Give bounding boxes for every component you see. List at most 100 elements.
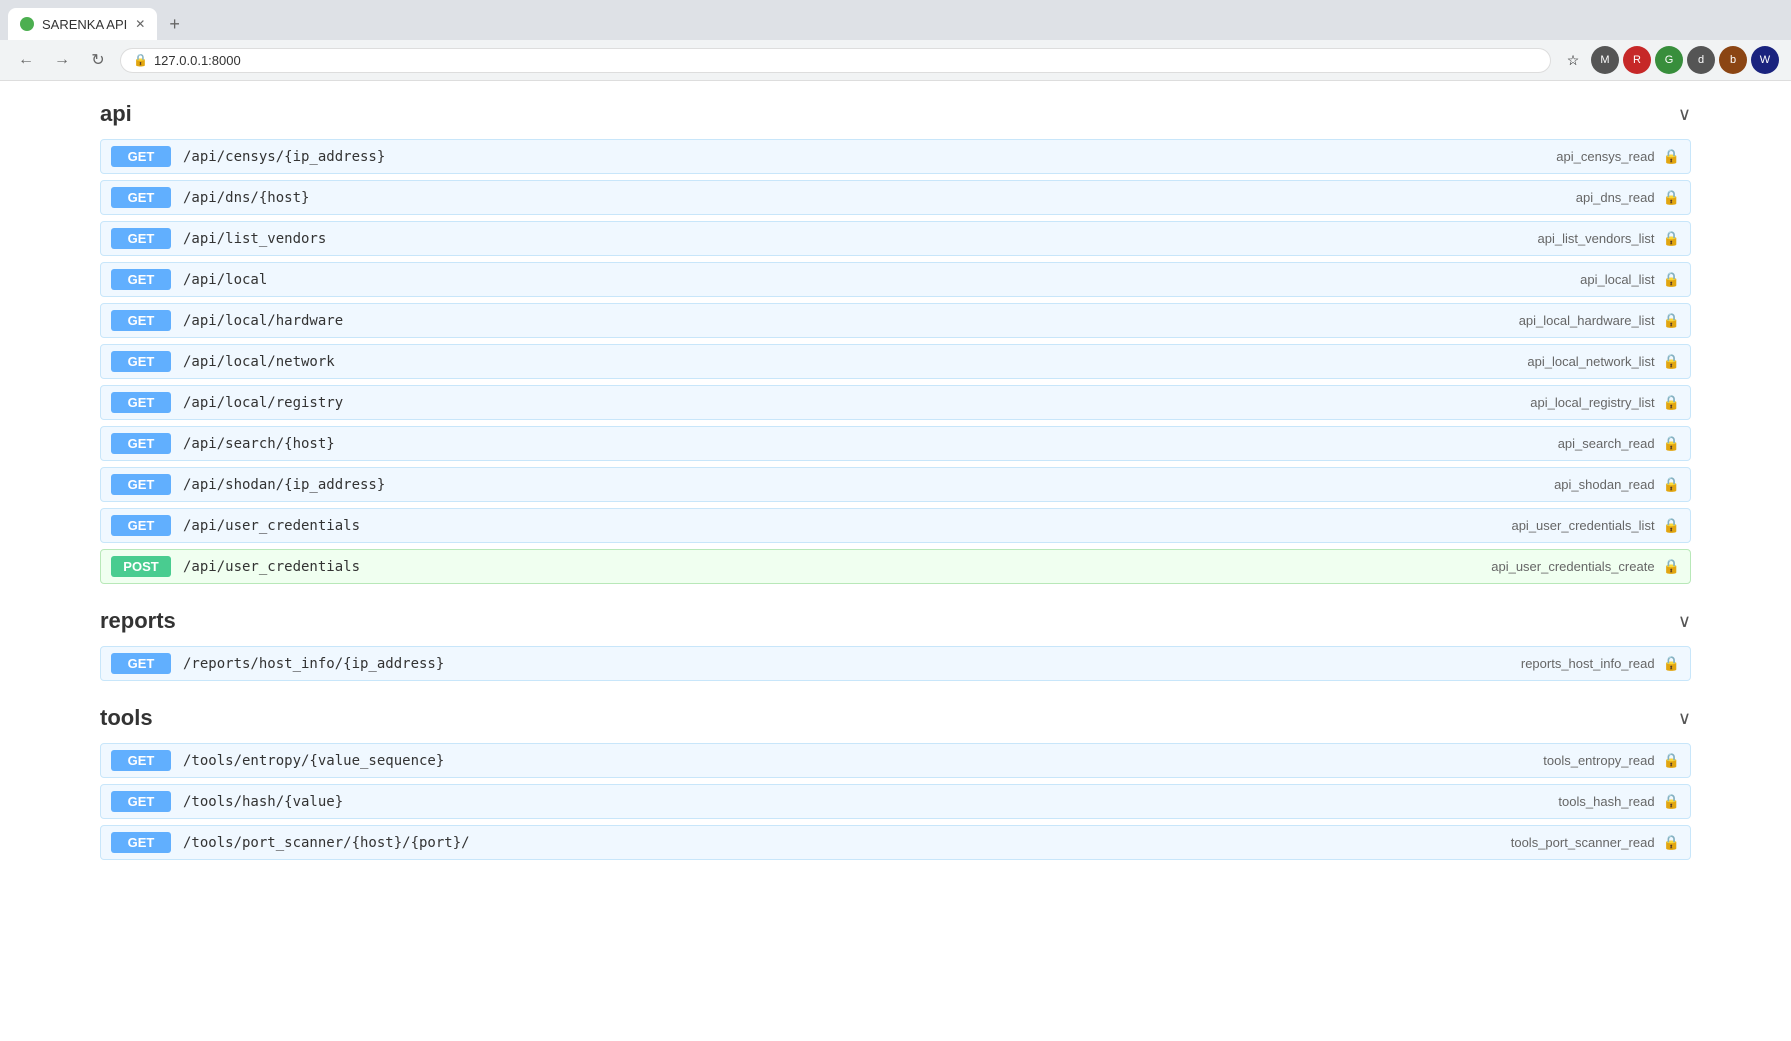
- endpoint-operation-name: api_local_network_list: [1527, 354, 1654, 369]
- endpoint-path: /api/local/hardware: [183, 313, 1519, 329]
- endpoint-operation-name: api_censys_read: [1556, 149, 1654, 164]
- url-text: 127.0.0.1:8000: [154, 53, 241, 68]
- ext-icon-3[interactable]: G: [1655, 46, 1683, 74]
- ext-icon-4[interactable]: d: [1687, 46, 1715, 74]
- endpoint-path: /api/dns/{host}: [183, 190, 1576, 206]
- method-badge: POST: [111, 556, 171, 577]
- method-badge: GET: [111, 310, 171, 331]
- section-collapse-reports[interactable]: ∨: [1678, 611, 1691, 632]
- method-badge: GET: [111, 351, 171, 372]
- tab-favicon: [20, 17, 34, 31]
- section-api: api∨ GET/api/censys/{ip_address}api_censy…: [100, 101, 1691, 584]
- section-header-reports: reports ∨: [100, 608, 1691, 634]
- method-badge: GET: [111, 187, 171, 208]
- section-header-api: api∨: [100, 101, 1691, 127]
- new-tab-button[interactable]: +: [161, 14, 188, 35]
- active-tab[interactable]: SARENKA API ✕: [8, 8, 157, 40]
- endpoint-row[interactable]: GET/tools/hash/{value}tools_hash_read🔒: [100, 784, 1691, 819]
- address-bar: ← → ↻ 🔒 127.0.0.1:8000 ☆ M R G d b W: [0, 40, 1791, 80]
- method-badge: GET: [111, 750, 171, 771]
- endpoint-path: /api/list_vendors: [183, 231, 1537, 247]
- endpoint-row[interactable]: GET/api/dns/{host}api_dns_read 🔒: [100, 180, 1691, 215]
- endpoint-operation-name: reports_host_info_read: [1521, 656, 1655, 671]
- endpoint-row[interactable]: GET/api/local/networkapi_local_network_l…: [100, 344, 1691, 379]
- endpoint-lock-icon: 🔒: [1663, 353, 1680, 370]
- endpoint-path: /tools/entropy/{value_sequence}: [183, 753, 1543, 769]
- endpoint-row[interactable]: GET/reports/host_info/{ip_address}report…: [100, 646, 1691, 681]
- endpoint-lock-icon: 🔒: [1663, 148, 1680, 165]
- section-collapse-api[interactable]: ∨: [1678, 104, 1691, 125]
- endpoint-operation-name: api_shodan_read: [1554, 477, 1654, 492]
- endpoint-path: /api/user_credentials: [183, 559, 1491, 575]
- endpoint-operation-name: api_local_list: [1580, 272, 1654, 287]
- endpoint-lock-icon: 🔒: [1663, 312, 1680, 329]
- ext-icon-2[interactable]: R: [1623, 46, 1651, 74]
- endpoint-operation-name: api_dns_read: [1576, 190, 1655, 205]
- endpoint-row[interactable]: GET/tools/port_scanner/{host}/{port}/too…: [100, 825, 1691, 860]
- method-badge: GET: [111, 832, 171, 853]
- endpoint-lock-icon: 🔒: [1663, 752, 1680, 769]
- bookmark-icon[interactable]: ☆: [1559, 46, 1587, 74]
- back-button[interactable]: ←: [12, 46, 40, 74]
- endpoint-row[interactable]: GET/api/local/hardwareapi_local_hardware…: [100, 303, 1691, 338]
- endpoint-lock-icon: 🔒: [1663, 834, 1680, 851]
- endpoint-row[interactable]: GET/api/shodan/{ip_address}api_shodan_re…: [100, 467, 1691, 502]
- endpoint-operation-name: api_local_hardware_list: [1519, 313, 1655, 328]
- endpoint-row[interactable]: GET/api/search/{host}api_search_read🔒: [100, 426, 1691, 461]
- endpoint-row[interactable]: GET/api/censys/{ip_address}api_censys_re…: [100, 139, 1691, 174]
- method-badge: GET: [111, 269, 171, 290]
- endpoint-row[interactable]: GET/api/local/registryapi_local_registry…: [100, 385, 1691, 420]
- endpoint-lock-icon: 🔒: [1663, 271, 1680, 288]
- endpoint-lock-icon: 🔒: [1663, 230, 1680, 247]
- endpoint-path: /api/user_credentials: [183, 518, 1511, 534]
- main-content: api∨ GET/api/censys/{ip_address}api_censy…: [0, 81, 1791, 904]
- endpoint-operation-name: tools_hash_read: [1558, 794, 1654, 809]
- endpoint-path: /api/local/registry: [183, 395, 1530, 411]
- method-badge: GET: [111, 228, 171, 249]
- forward-button[interactable]: →: [48, 46, 76, 74]
- endpoint-lock-icon: 🔒: [1663, 189, 1680, 206]
- endpoint-path: /api/search/{host}: [183, 436, 1558, 452]
- endpoint-operation-name: api_local_registry_list: [1530, 395, 1654, 410]
- ext-icon-1[interactable]: M: [1591, 46, 1619, 74]
- endpoint-operation-name: tools_port_scanner_read: [1511, 835, 1655, 850]
- endpoint-lock-icon: 🔒: [1663, 476, 1680, 493]
- endpoint-path: /api/censys/{ip_address}: [183, 149, 1556, 165]
- section-title-tools: tools: [100, 705, 153, 731]
- endpoint-lock-icon: 🔒: [1663, 394, 1680, 411]
- method-badge: GET: [111, 146, 171, 167]
- tab-bar: SARENKA API ✕ +: [0, 0, 1791, 40]
- endpoint-path: /api/shodan/{ip_address}: [183, 477, 1554, 493]
- tab-close-button[interactable]: ✕: [135, 17, 145, 31]
- method-badge: GET: [111, 474, 171, 495]
- endpoint-operation-name: api_user_credentials_list: [1511, 518, 1654, 533]
- endpoint-row[interactable]: POST/api/user_credentialsapi_user_creden…: [100, 549, 1691, 584]
- address-input[interactable]: 🔒 127.0.0.1:8000: [120, 48, 1551, 73]
- endpoint-path: /api/local: [183, 272, 1580, 288]
- endpoint-operation-name: api_search_read: [1558, 436, 1655, 451]
- endpoint-operation-name: api_list_vendors_list: [1537, 231, 1654, 246]
- endpoint-path: /tools/port_scanner/{host}/{port}/: [183, 835, 1511, 851]
- browser-chrome: SARENKA API ✕ + ← → ↻ 🔒 127.0.0.1:8000 ☆…: [0, 0, 1791, 81]
- section-header-tools: tools ∨: [100, 705, 1691, 731]
- endpoint-lock-icon: 🔒: [1663, 435, 1680, 452]
- section-collapse-tools[interactable]: ∨: [1678, 708, 1691, 729]
- endpoint-lock-icon: 🔒: [1663, 655, 1680, 672]
- ext-icon-6[interactable]: W: [1751, 46, 1779, 74]
- method-badge: GET: [111, 791, 171, 812]
- endpoint-path: /tools/hash/{value}: [183, 794, 1558, 810]
- endpoint-row[interactable]: GET/api/localapi_local_list 🔒: [100, 262, 1691, 297]
- security-lock-icon: 🔒: [133, 53, 148, 67]
- endpoint-operation-name: api_user_credentials_create: [1491, 559, 1654, 574]
- section-title-reports: reports: [100, 608, 176, 634]
- reload-button[interactable]: ↻: [84, 46, 112, 74]
- method-badge: GET: [111, 515, 171, 536]
- section-reports: reports ∨ GET/reports/host_info/{ip_addres…: [100, 608, 1691, 681]
- endpoint-row[interactable]: GET/api/list_vendorsapi_list_vendors_lis…: [100, 221, 1691, 256]
- endpoint-row[interactable]: GET/tools/entropy/{value_sequence}tools_…: [100, 743, 1691, 778]
- endpoint-row[interactable]: GET/api/user_credentialsapi_user_credent…: [100, 508, 1691, 543]
- endpoint-operation-name: tools_entropy_read: [1543, 753, 1654, 768]
- ext-icon-5[interactable]: b: [1719, 46, 1747, 74]
- section-tools: tools ∨ GET/tools/entropy/{value_sequence}…: [100, 705, 1691, 860]
- endpoint-lock-icon: 🔒: [1663, 517, 1680, 534]
